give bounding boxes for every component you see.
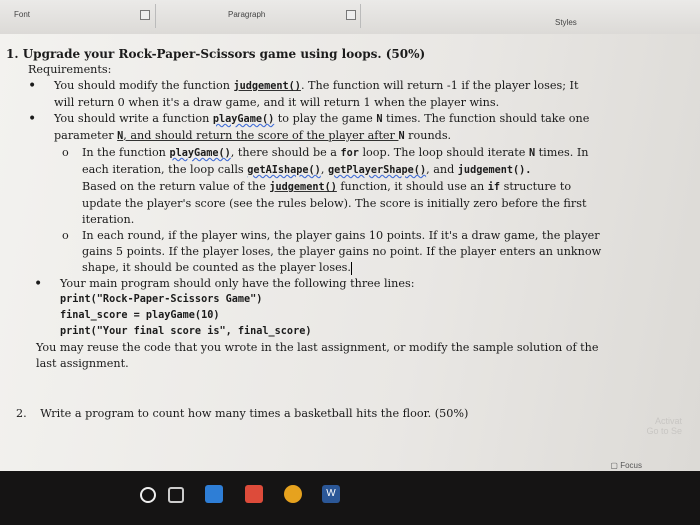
bullet-icon: •: [34, 276, 43, 292]
bullet-icon: •: [28, 78, 37, 94]
code-judgement: judgement(): [233, 81, 301, 92]
text: times. In: [535, 146, 589, 159]
requirement-1-cont: will return 0 when it's a draw game, and…: [54, 96, 500, 109]
text: In each round, if the player wins, the p…: [82, 229, 600, 242]
store-icon[interactable]: [245, 485, 263, 503]
text: each iteration, the loop calls: [82, 163, 248, 176]
code-playgame: playGame(): [212, 114, 275, 125]
question-1-title: 1. Upgrade your Rock-Paper-Scissors game…: [6, 46, 651, 62]
question-2-text: Write a program to count how many times …: [40, 407, 469, 420]
cortana-search-icon[interactable]: [140, 487, 156, 503]
question-2: 2. Write a program to count how many tim…: [6, 406, 651, 422]
sub-requirement-2-cont: shape, it should be counted as the playe…: [6, 260, 651, 276]
question-title: Upgrade your Rock-Paper-Scissors game us…: [22, 47, 426, 61]
reuse-note: You may reuse the code that you wrote in…: [6, 340, 651, 356]
task-view-icon[interactable]: [168, 487, 184, 503]
ribbon-separator: [360, 4, 361, 28]
document-page[interactable]: 1. Upgrade your Rock-Paper-Scissors game…: [0, 34, 700, 471]
requirement-2-cont: parameter N, and should return the score…: [6, 128, 651, 145]
requirement-2: • You should write a function playGame()…: [6, 111, 651, 128]
chrome-icon[interactable]: [284, 485, 302, 503]
text: You may reuse the code that you wrote in…: [36, 341, 599, 354]
requirements-label: Requirements:: [28, 63, 112, 76]
text: You should modify the function: [54, 79, 234, 92]
text: , there should be a: [230, 146, 341, 159]
sub-requirement-2-cont: gains 5 points. If the player loses, the…: [82, 245, 602, 258]
watermark-line-1: Activat: [654, 416, 682, 426]
code-judgement: judgement(): [269, 182, 337, 193]
code-judgement: judgement().: [457, 165, 532, 176]
code-line-1: print("Rock-Paper-Scissors Game"): [60, 294, 263, 305]
text: Based on the return value of the: [82, 180, 270, 193]
code-for: for: [340, 148, 359, 159]
document-text: 1. Upgrade your Rock-Paper-Scissors game…: [6, 46, 651, 422]
code-getaishape: getAIshape(): [247, 165, 321, 176]
taskbar: W: [0, 471, 700, 525]
font-dialog-launcher-icon[interactable]: [140, 10, 150, 20]
word-icon[interactable]: W: [322, 485, 340, 503]
requirement-1: • You should modify the function judgeme…: [6, 78, 651, 95]
circle-bullet-icon: o: [62, 229, 69, 242]
text: shape, it should be counted as the playe…: [82, 261, 351, 274]
text: , and: [426, 163, 458, 176]
sub-requirement-1-cont: Based on the return value of the judgeme…: [6, 179, 651, 196]
sub-requirement-1-cont: each iteration, the loop calls getAIshap…: [6, 162, 651, 179]
sub-requirement-1-cont: update the player's score (see the rules…: [82, 197, 587, 210]
paragraph-group-label: Paragraph: [228, 10, 266, 19]
file-explorer-icon[interactable]: [205, 485, 223, 503]
text: ,: [320, 163, 328, 176]
text: loop. The loop should iterate: [358, 146, 529, 159]
activation-watermark: Activat Go to Se: [646, 416, 682, 436]
question-number: 1.: [6, 47, 19, 61]
font-group-label: Font: [14, 10, 31, 19]
code-getplayershape: getPlayerShape(): [327, 165, 427, 176]
focus-label: Focus: [620, 461, 642, 470]
text: parameter: [54, 129, 118, 142]
code-line-2: final_score = playGame(10): [60, 310, 220, 321]
focus-icon: ▢: [610, 461, 618, 470]
text: In the function: [82, 146, 170, 159]
ribbon-separator: [155, 4, 156, 28]
ribbon: Font Paragraph Styles: [0, 0, 700, 35]
question-number: 2.: [16, 407, 27, 420]
text: rounds.: [404, 129, 452, 142]
sub-requirement-1-cont: iteration.: [82, 213, 135, 226]
reuse-note-cont: last assignment.: [36, 357, 129, 370]
code-playgame: playGame(): [169, 148, 231, 159]
code-if: if: [487, 182, 501, 193]
circle-bullet-icon: o: [62, 146, 69, 159]
text: Your main program should only have the f…: [60, 277, 415, 290]
text: . The function will return -1 if the pla…: [300, 79, 579, 92]
text: to play the game: [274, 112, 377, 125]
sub-requirement-2: o In each round, if the player wins, the…: [6, 228, 651, 244]
text: , and should return the score of the pla…: [123, 129, 399, 142]
text: times. The function should take one: [382, 112, 590, 125]
text: You should write a function: [54, 112, 213, 125]
text: structure to: [500, 180, 572, 193]
styles-group-label: Styles: [555, 18, 577, 27]
paragraph-dialog-launcher-icon[interactable]: [346, 10, 356, 20]
requirement-3: • Your main program should only have the…: [6, 276, 651, 292]
sub-requirement-1: o In the function playGame(), there shou…: [6, 145, 651, 162]
focus-button[interactable]: ▢ Focus: [610, 461, 642, 470]
watermark-line-2: Go to Se: [646, 426, 682, 436]
text: function, it should use an: [336, 180, 488, 193]
code-line-3: print("Your final score is", final_score…: [60, 326, 312, 337]
text-cursor: [350, 261, 352, 275]
bullet-icon: •: [28, 111, 37, 127]
